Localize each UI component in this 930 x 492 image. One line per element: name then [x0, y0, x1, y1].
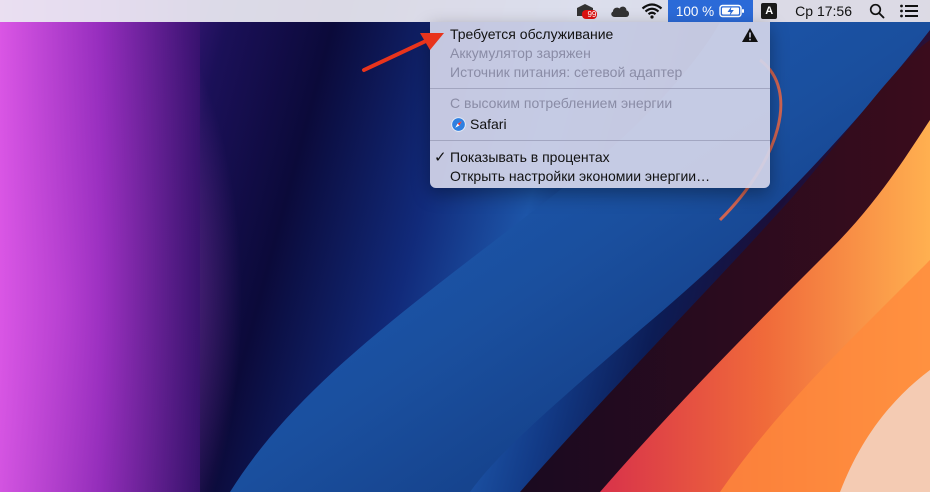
warning-icon [742, 28, 758, 42]
cloud-icon [611, 6, 629, 17]
safari-icon [451, 117, 466, 132]
menu-bar: 99 100 % A Ср 17:56 [0, 0, 930, 22]
input-source-item[interactable]: A [753, 0, 785, 22]
menu-separator [430, 140, 770, 141]
battery-status-item[interactable]: 100 % [667, 0, 754, 22]
checkmark-icon: ✓ [434, 149, 447, 166]
search-icon [869, 3, 885, 19]
spotlight-item[interactable] [860, 0, 894, 22]
menu-item-open-energy-settings[interactable]: Открыть настройки экономии энергии… [450, 167, 710, 186]
notification-center-item[interactable] [894, 0, 930, 22]
input-source-badge: A [761, 3, 778, 19]
cloud-status-item[interactable] [604, 0, 636, 22]
notification-status-item[interactable]: 99 [570, 0, 604, 22]
notification-badge-count: 99 [587, 9, 597, 19]
menu-header-service: Требуется обслуживание [450, 26, 614, 42]
wifi-icon [641, 3, 663, 19]
menubar-clock[interactable]: Ср 17:56 [785, 0, 860, 22]
wifi-status-item[interactable] [636, 0, 668, 22]
list-icon [900, 4, 918, 18]
menu-header-high-energy: С высоким потреблением энергии [450, 95, 673, 111]
menu-item-power-source: Источник питания: сетевой адаптер [450, 64, 683, 80]
menu-item-battery-charged: Аккумулятор заряжен [450, 45, 591, 61]
battery-percent: 100 % [675, 3, 715, 19]
menu-item-show-percent[interactable]: Показывать в процентах [450, 148, 610, 167]
battery-charging-icon [719, 4, 745, 18]
battery-menu: Требуется обслуживание Аккумулятор заряж… [430, 22, 770, 188]
menu-separator [430, 88, 770, 89]
desktop: 99 100 % A Ср 17:56 Требуется обслуживан… [0, 0, 930, 492]
menu-item-safari[interactable]: Safari [470, 115, 507, 134]
